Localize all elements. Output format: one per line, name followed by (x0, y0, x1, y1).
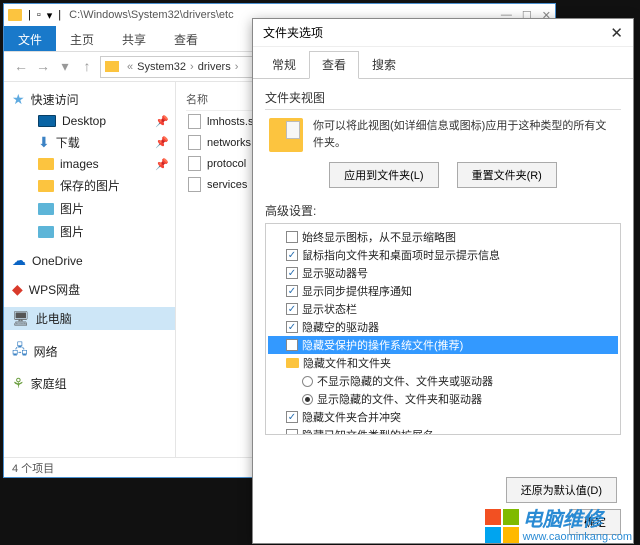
breadcrumb-seg[interactable]: drivers (198, 61, 231, 73)
advanced-settings-list[interactable]: 始终显示图标，从不显示缩略图 鼠标指向文件夹和桌面项时显示提示信息 显示驱动器号… (265, 223, 621, 435)
checkbox-icon[interactable] (286, 411, 298, 423)
pin-icon: 📌 (155, 115, 169, 128)
adv-item[interactable]: 隐藏空的驱动器 (268, 318, 618, 336)
checkbox-icon[interactable] (286, 303, 298, 315)
up-button[interactable]: ↑ (78, 58, 96, 76)
sidebar-this-pc[interactable]: 🖥此电脑 (4, 307, 175, 330)
adv-item[interactable]: 显示状态栏 (268, 300, 618, 318)
close-button[interactable]: ✕ (610, 24, 623, 42)
sidebar-network[interactable]: 🖧网络 (4, 336, 175, 366)
breadcrumb-seg[interactable]: System32 (137, 61, 186, 73)
qat-item[interactable]: ▫ (37, 9, 41, 22)
file-icon (188, 114, 201, 129)
wps-icon: ◆ (12, 281, 23, 298)
adv-item-selected[interactable]: 隐藏受保护的操作系统文件(推荐) (268, 336, 618, 354)
window-title: C:\Windows\System32\drivers\etc (69, 9, 233, 21)
sidebar-saved-pics[interactable]: 保存的图片 (4, 174, 175, 197)
adv-item[interactable]: 始终显示图标，从不显示缩略图 (268, 228, 618, 246)
sidebar-wps[interactable]: ◆WPS网盘 (4, 278, 175, 301)
checkbox-icon[interactable] (286, 267, 298, 279)
sidebar-homegroup[interactable]: ⚘家庭组 (4, 372, 175, 395)
pin-icon: 📌 (155, 158, 169, 171)
checkbox-icon[interactable] (286, 429, 298, 435)
sidebar-onedrive[interactable]: ☁OneDrive (4, 249, 175, 272)
qat-sep: | (58, 9, 61, 22)
pictures-icon (38, 203, 54, 215)
checkbox-icon[interactable] (286, 249, 298, 261)
dialog-titlebar: 文件夹选项 ✕ (253, 19, 633, 47)
checkbox-icon[interactable] (286, 339, 298, 351)
sidebar-pictures2[interactable]: 图片 (4, 220, 175, 243)
folder-icon (8, 9, 22, 21)
file-icon (188, 177, 201, 192)
history-button[interactable]: ▾ (56, 58, 74, 76)
homegroup-icon: ⚘ (12, 375, 25, 392)
watermark-url: www.caominkang.com (523, 531, 632, 543)
adv-item[interactable]: 显示同步提供程序通知 (268, 282, 618, 300)
dialog-title: 文件夹选项 (263, 24, 323, 41)
file-icon (188, 135, 201, 150)
checkbox-icon[interactable] (286, 321, 298, 333)
checkbox-icon[interactable] (286, 231, 298, 243)
adv-item[interactable]: 显示驱动器号 (268, 264, 618, 282)
apply-to-folders-button[interactable]: 应用到文件夹(L) (329, 162, 438, 188)
nav-sidebar: ★快速访问 Desktop📌 ⬇下载📌 images📌 保存的图片 图片 图片 … (4, 82, 176, 457)
qat-sep: | (28, 9, 31, 22)
back-button[interactable]: ← (12, 58, 30, 76)
sidebar-images[interactable]: images📌 (4, 154, 175, 174)
radio-icon[interactable] (302, 376, 313, 387)
cloud-icon: ☁ (12, 252, 26, 269)
advanced-group: 高级设置: (265, 202, 621, 219)
checkbox-icon[interactable] (286, 285, 298, 297)
tab-general[interactable]: 常规 (259, 51, 309, 78)
network-icon: 🖧 (12, 339, 28, 363)
adv-group[interactable]: 隐藏文件和文件夹 (268, 354, 618, 372)
restore-defaults-button[interactable]: 还原为默认值(D) (506, 477, 617, 503)
pictures-icon (38, 226, 54, 238)
pin-icon: 📌 (155, 136, 169, 149)
tab-file[interactable]: 文件 (4, 26, 56, 51)
tab-search[interactable]: 搜索 (359, 51, 409, 78)
tab-view[interactable]: 查看 (309, 51, 359, 79)
tab-share[interactable]: 共享 (108, 26, 160, 51)
sidebar-pictures[interactable]: 图片 (4, 197, 175, 220)
sidebar-quick-access[interactable]: ★快速访问 (4, 88, 175, 111)
folder-icon (38, 158, 54, 170)
forward-button[interactable]: → (34, 58, 52, 76)
sidebar-downloads[interactable]: ⬇下载📌 (4, 131, 175, 154)
radio-icon[interactable] (302, 394, 313, 405)
adv-item[interactable]: 隐藏已知文件类型的扩展名 (268, 426, 618, 435)
download-icon: ⬇ (38, 134, 50, 151)
folder-icon (286, 358, 299, 368)
adv-item[interactable]: 隐藏文件夹合并冲突 (268, 408, 618, 426)
pc-icon: 🖥 (12, 310, 30, 327)
adv-radio[interactable]: 不显示隐藏的文件、文件夹或驱动器 (268, 372, 618, 390)
tab-home[interactable]: 主页 (56, 26, 108, 51)
sidebar-desktop[interactable]: Desktop📌 (4, 111, 175, 131)
folder-icon (38, 180, 54, 192)
folder-view-desc: 你可以将此视图(如详细信息或图标)应用于这种类型的所有文件夹。 (313, 118, 617, 151)
folder-views-group: 文件夹视图 你可以将此视图(如详细信息或图标)应用于这种类型的所有文件夹。 应用… (265, 89, 621, 198)
qat-item[interactable]: ▾ (47, 9, 53, 22)
folder-view-icon (269, 118, 303, 152)
reset-folders-button[interactable]: 重置文件夹(R) (457, 162, 557, 188)
folder-options-dialog: 文件夹选项 ✕ 常规 查看 搜索 文件夹视图 你可以将此视图(如详细信息或图标)… (252, 18, 634, 544)
star-icon: ★ (12, 91, 25, 108)
watermark: 电脑维修 www.caominkang.com (485, 509, 632, 543)
file-icon (188, 156, 201, 171)
dialog-tabs: 常规 查看 搜索 (253, 51, 633, 79)
tab-view[interactable]: 查看 (160, 26, 212, 51)
adv-radio[interactable]: 显示隐藏的文件、文件夹和驱动器 (268, 390, 618, 408)
folder-icon (105, 61, 119, 72)
monitor-icon (38, 115, 56, 127)
watermark-title: 电脑维修 (523, 509, 632, 531)
adv-item[interactable]: 鼠标指向文件夹和桌面项时显示提示信息 (268, 246, 618, 264)
quick-access-toolbar: | ▫ ▾ | (8, 9, 61, 22)
windows-logo-icon (485, 509, 519, 543)
